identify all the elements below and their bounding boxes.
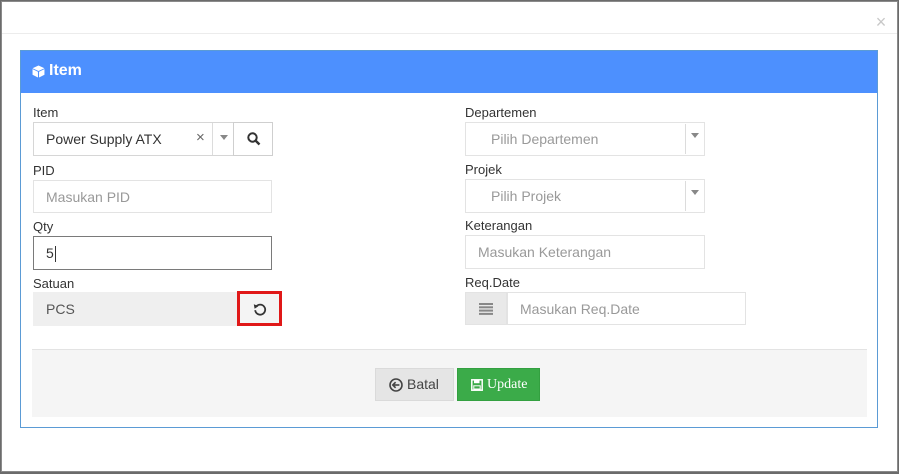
chevron-down-icon[interactable] bbox=[220, 135, 228, 140]
departemen-label: Departemen bbox=[465, 105, 537, 120]
keterangan-placeholder: Masukan Keterangan bbox=[478, 244, 612, 260]
item-label: Item bbox=[33, 105, 59, 120]
reqdate-label: Req.Date bbox=[465, 275, 520, 290]
projek-placeholder: Pilih Projek bbox=[491, 188, 562, 204]
chevron-down-icon[interactable] bbox=[691, 133, 699, 138]
pid-label: PID bbox=[33, 163, 55, 178]
search-icon bbox=[247, 132, 261, 146]
item-clear-icon[interactable]: × bbox=[196, 129, 205, 146]
pid-placeholder: Masukan PID bbox=[46, 189, 131, 205]
departemen-select[interactable]: Pilih Departemen bbox=[465, 122, 705, 156]
reqdate-addon[interactable] bbox=[465, 292, 507, 325]
satuan-input: PCS bbox=[33, 292, 238, 326]
panel-heading: Item bbox=[21, 51, 877, 93]
item-search-button[interactable] bbox=[233, 122, 273, 156]
projek-select[interactable]: Pilih Projek bbox=[465, 179, 705, 213]
item-select-value: Power Supply ATX bbox=[46, 131, 162, 147]
cancel-button-label: Batal bbox=[407, 376, 439, 392]
reqdate-input[interactable]: Masukan Req.Date bbox=[507, 292, 746, 325]
panel-title: Item bbox=[49, 62, 82, 79]
update-button[interactable]: Update bbox=[457, 368, 540, 401]
keterangan-label: Keterangan bbox=[465, 218, 533, 233]
update-button-label: Update bbox=[487, 377, 528, 392]
keterangan-input[interactable]: Masukan Keterangan bbox=[465, 235, 705, 269]
departemen-placeholder: Pilih Departemen bbox=[491, 131, 599, 147]
satuan-reset-button[interactable] bbox=[237, 291, 282, 326]
satuan-value: PCS bbox=[46, 301, 75, 317]
calendar-icon bbox=[479, 303, 493, 315]
modal-header-divider bbox=[2, 33, 897, 34]
save-icon bbox=[471, 379, 483, 391]
qty-value: 5 bbox=[46, 245, 54, 261]
pid-input[interactable]: Masukan PID bbox=[33, 180, 272, 213]
cancel-button[interactable]: Batal bbox=[375, 368, 454, 401]
reqdate-placeholder: Masukan Req.Date bbox=[520, 301, 640, 317]
arrow-left-circle-icon bbox=[389, 378, 403, 392]
chevron-down-icon[interactable] bbox=[691, 190, 699, 195]
refresh-icon bbox=[253, 303, 267, 316]
item-select-divider bbox=[212, 123, 213, 155]
qty-input[interactable]: 5 bbox=[33, 236, 272, 270]
modal-close-button[interactable]: × bbox=[870, 12, 892, 32]
qty-label: Qty bbox=[33, 219, 54, 234]
projek-label: Projek bbox=[465, 162, 502, 177]
projek-divider bbox=[685, 181, 686, 211]
departemen-divider bbox=[685, 124, 686, 154]
satuan-label: Satuan bbox=[33, 276, 75, 291]
text-cursor bbox=[54, 246, 56, 263]
cube-icon bbox=[32, 65, 45, 83]
